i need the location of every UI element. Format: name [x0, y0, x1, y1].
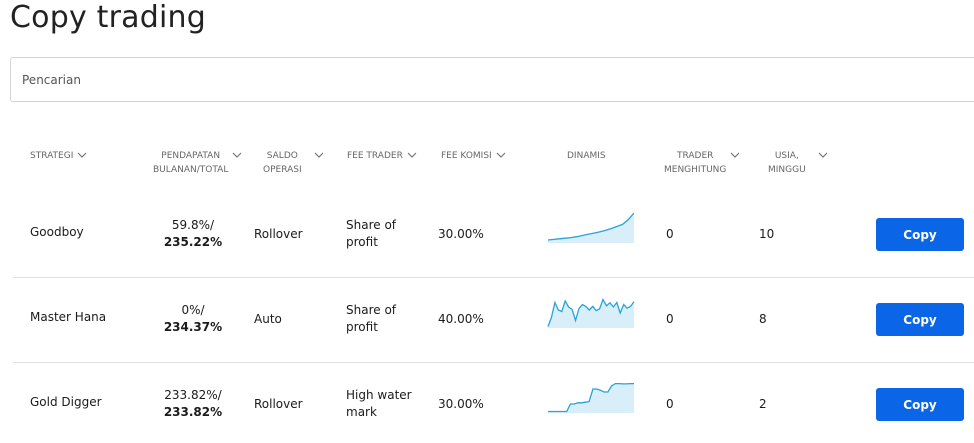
trader-fee: Share of profit [346, 302, 396, 336]
income-total: 235.22% [163, 235, 223, 249]
chevron-down-icon [730, 150, 740, 160]
trader-count: 0 [666, 312, 674, 326]
header-trader-count-line-1: TRADER [676, 151, 714, 161]
income-monthly: 0%/ [181, 303, 205, 317]
copy-button[interactable]: Copy [876, 218, 964, 251]
search-input[interactable] [11, 58, 974, 101]
dynamics-sparkline [548, 382, 634, 413]
header-trader-count[interactable]: TRADER MENGHITUNG [664, 149, 740, 177]
sparkline-area [548, 299, 634, 328]
header-income-label: PENDAPATAN BULANAN/TOTAL [153, 149, 228, 177]
income-monthly: 233.82%/ [164, 388, 222, 402]
header-commission-fee-label: FEE KOMISI [441, 151, 492, 161]
table-row: Gold Digger 233.82%/ 233.82% Rollover Hi… [13, 364, 974, 443]
age-weeks: 10 [759, 227, 775, 241]
header-trader-fee[interactable]: FEE TRADER [347, 149, 417, 163]
trader-fee-line-1: High water [346, 388, 412, 402]
header-balance-line-1: SALDO [266, 151, 298, 161]
chevron-down-icon [77, 150, 87, 160]
copy-button[interactable]: Copy [876, 303, 964, 336]
header-trader-fee-label: FEE TRADER [347, 151, 403, 161]
header-income-line-1: PENDAPATAN [161, 151, 221, 161]
strategy-name[interactable]: Master Hana [30, 309, 106, 326]
trader-fee-line-1: Share of [346, 218, 397, 232]
balance-type: Auto [254, 312, 282, 326]
page-title: Copy trading [10, 0, 206, 35]
header-balance-label: SALDO OPERASI [263, 149, 302, 177]
age-weeks: 2 [759, 397, 767, 411]
header-income[interactable]: PENDAPATAN BULANAN/TOTAL [153, 149, 242, 177]
header-age-label: USIA, MINGGU [768, 149, 806, 177]
dynamics-sparkline [547, 212, 635, 243]
income-cell: 59.8%/ 235.22% [153, 217, 233, 251]
header-age[interactable]: USIA, MINGGU [768, 149, 828, 177]
copy-button[interactable]: Copy [876, 388, 964, 421]
balance-type: Rollover [254, 397, 303, 411]
income-cell: 0%/ 234.37% [153, 302, 233, 336]
header-commission-fee[interactable]: FEE KOMISI [441, 149, 506, 163]
income-monthly: 59.8%/ [171, 218, 215, 232]
trader-fee-line-1: Share of [346, 303, 397, 317]
header-balance[interactable]: SALDO OPERASI [263, 149, 324, 177]
trader-fee: Share of profit [346, 217, 396, 251]
sparkline-area [548, 383, 634, 413]
income-total: 233.82% [163, 405, 223, 419]
chevron-down-icon [314, 150, 324, 160]
income-total: 234.37% [163, 320, 223, 334]
commission-fee: 40.00% [438, 312, 484, 326]
age-weeks: 8 [759, 312, 767, 326]
trader-fee-line-2: profit [346, 320, 378, 334]
header-strategy[interactable]: STRATEGI [30, 149, 87, 163]
chevron-down-icon [232, 150, 242, 160]
header-trader-count-label: TRADER MENGHITUNG [664, 149, 726, 177]
chevron-down-icon [496, 150, 506, 160]
balance-type: Rollover [254, 227, 303, 241]
header-balance-line-2: OPERASI [263, 165, 302, 175]
income-cell: 233.82%/ 233.82% [153, 387, 233, 421]
table-row: Master Hana 0%/ 234.37% Auto Share of pr… [13, 279, 974, 363]
header-strategy-label: STRATEGI [30, 151, 74, 161]
header-age-line-1: USIA, [774, 151, 799, 161]
strategy-name[interactable]: Goodboy [30, 224, 84, 241]
header-dynamics-label: DINAMIS [567, 151, 606, 161]
header-income-line-2: BULANAN/TOTAL [153, 165, 229, 175]
trader-fee: High water mark [346, 387, 412, 421]
trader-fee-line-2: mark [346, 405, 377, 419]
chevron-down-icon [407, 150, 417, 160]
dynamics-sparkline [547, 297, 635, 328]
strategy-name[interactable]: Gold Digger [30, 394, 102, 411]
search-box[interactable] [10, 57, 974, 102]
header-trader-count-line-2: MENGHITUNG [664, 165, 727, 175]
commission-fee: 30.00% [438, 397, 484, 411]
trader-fee-line-2: profit [346, 235, 378, 249]
commission-fee: 30.00% [438, 227, 484, 241]
table-row: Goodboy 59.8%/ 235.22% Rollover Share of… [13, 194, 974, 278]
trader-count: 0 [666, 227, 674, 241]
chevron-down-icon [818, 150, 828, 160]
header-age-line-2: MINGGU [768, 165, 806, 175]
header-dynamics: DINAMIS [567, 149, 606, 163]
trader-count: 0 [666, 397, 674, 411]
